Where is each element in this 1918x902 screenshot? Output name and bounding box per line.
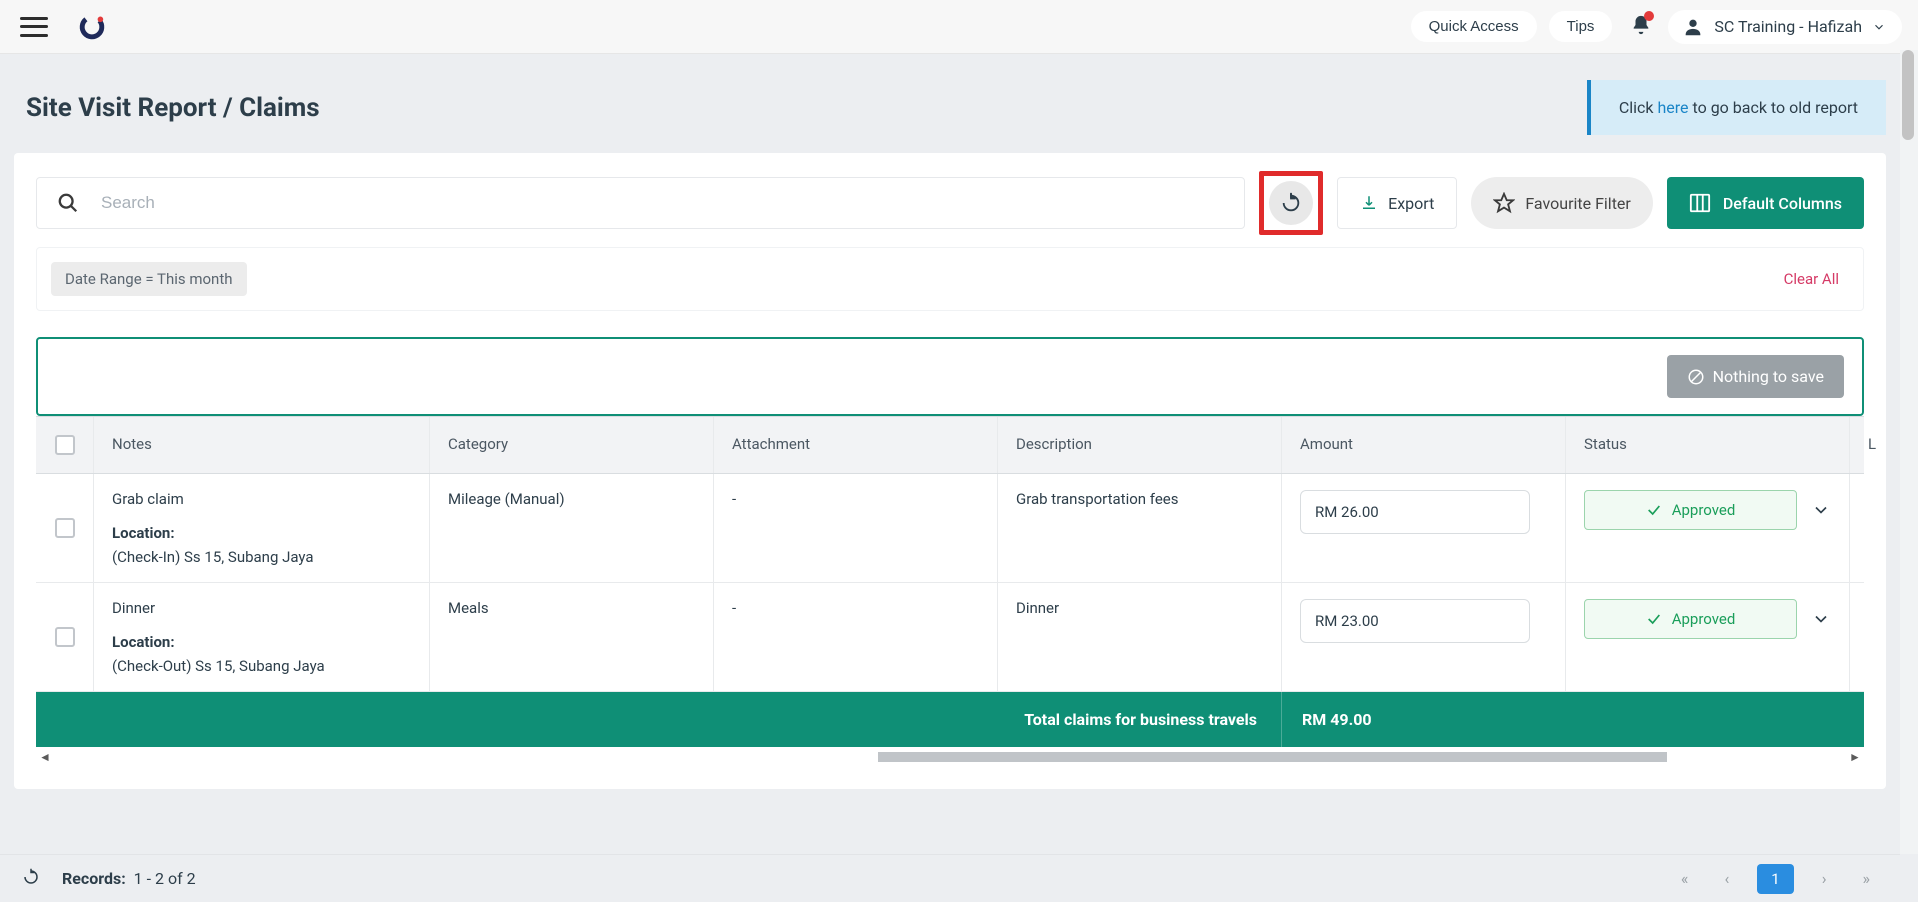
pagination: « ‹ 1 › » <box>1673 864 1878 894</box>
search-input[interactable] <box>101 193 1228 213</box>
old-report-link[interactable]: here <box>1657 98 1688 117</box>
page-title: Site Visit Report / Claims <box>26 93 320 123</box>
amount-input[interactable]: RM 26.00 <box>1300 490 1530 534</box>
table-header-row: Notes Category Attachment Description Am… <box>36 417 1864 474</box>
cell-attachment: - <box>714 583 998 691</box>
records-count: Records: 1 - 2 of 2 <box>62 869 196 888</box>
scroll-right-icon[interactable]: ► <box>1846 750 1864 764</box>
user-name-label: SC Training - Hafizah <box>1714 17 1862 36</box>
refresh-highlight-box <box>1259 171 1323 235</box>
check-icon <box>1646 611 1662 627</box>
chevron-down-icon[interactable] <box>1811 609 1831 629</box>
col-header-last[interactable]: L <box>1850 417 1886 473</box>
col-header-description[interactable]: Description <box>998 417 1282 473</box>
old-report-banner: Click here to go back to old report <box>1587 80 1886 135</box>
cell-description: Dinner <box>998 583 1282 691</box>
col-header-status[interactable]: Status <box>1566 417 1850 473</box>
clear-all-filters[interactable]: Clear All <box>1784 270 1839 288</box>
quick-access-button[interactable]: Quick Access <box>1411 11 1537 42</box>
cell-overflow <box>1850 583 1886 691</box>
notes-location-label: Location: <box>112 633 411 651</box>
ban-icon <box>1687 368 1705 386</box>
amount-input[interactable]: RM 23.00 <box>1300 599 1530 643</box>
chevron-down-icon[interactable] <box>1811 500 1831 520</box>
cell-overflow <box>1850 474 1886 582</box>
horizontal-scrollbar[interactable]: ◄ ► <box>36 747 1864 767</box>
user-menu[interactable]: SC Training - Hafizah <box>1668 10 1902 44</box>
col-header-amount[interactable]: Amount <box>1282 417 1566 473</box>
hamburger-menu-icon[interactable] <box>20 15 48 39</box>
row-checkbox[interactable] <box>55 627 75 647</box>
check-icon <box>1646 502 1662 518</box>
notes-location-text: (Check-Out) Ss 15, Subang Jaya <box>112 657 411 675</box>
cell-attachment: - <box>714 474 998 582</box>
col-header-notes[interactable]: Notes <box>94 417 430 473</box>
default-columns-button[interactable]: Default Columns <box>1667 177 1864 229</box>
top-bar: Quick Access Tips SC Training - Hafizah <box>0 0 1918 54</box>
notes-title: Dinner <box>112 599 411 617</box>
table-row: Grab claim Location: (Check-In) Ss 15, S… <box>36 474 1864 583</box>
nothing-to-save-button: Nothing to save <box>1667 355 1844 398</box>
star-icon <box>1493 192 1515 214</box>
col-header-category[interactable]: Category <box>430 417 714 473</box>
filter-chip-date-range[interactable]: Date Range = This month <box>51 262 247 296</box>
status-badge[interactable]: Approved <box>1584 599 1797 639</box>
notes-location-text: (Check-In) Ss 15, Subang Jaya <box>112 548 411 566</box>
footer-refresh-icon[interactable] <box>22 868 40 890</box>
refresh-icon <box>1280 192 1302 214</box>
total-amount: RM 49.00 <box>1282 692 1864 747</box>
chevron-down-icon <box>1872 20 1886 34</box>
total-label: Total claims for business travels <box>36 692 1282 747</box>
cell-category: Mileage (Manual) <box>430 474 714 582</box>
scroll-thumb[interactable] <box>878 752 1666 762</box>
search-field-wrap[interactable] <box>36 177 1245 229</box>
page-next-button[interactable]: › <box>1814 865 1835 892</box>
page-prev-button[interactable]: ‹ <box>1716 865 1737 892</box>
notes-title: Grab claim <box>112 490 411 508</box>
tips-button[interactable]: Tips <box>1549 11 1613 42</box>
page-first-button[interactable]: « <box>1673 865 1697 892</box>
page-last-button[interactable]: » <box>1855 865 1879 892</box>
footer-bar: Records: 1 - 2 of 2 « ‹ 1 › » <box>0 854 1900 902</box>
notes-location-label: Location: <box>112 524 411 542</box>
app-logo[interactable] <box>78 12 106 42</box>
select-all-checkbox[interactable] <box>55 435 75 455</box>
col-header-attachment[interactable]: Attachment <box>714 417 998 473</box>
total-row: Total claims for business travels RM 49.… <box>36 692 1864 747</box>
refresh-button[interactable] <box>1269 181 1313 225</box>
columns-icon <box>1689 192 1711 214</box>
claims-table: Notes Category Attachment Description Am… <box>36 416 1864 747</box>
table-row: Dinner Location: (Check-Out) Ss 15, Suba… <box>36 583 1864 692</box>
favourite-filter-button[interactable]: Favourite Filter <box>1471 177 1653 229</box>
cell-category: Meals <box>430 583 714 691</box>
save-banner: Nothing to save <box>36 337 1864 416</box>
status-badge[interactable]: Approved <box>1584 490 1797 530</box>
search-icon <box>57 192 79 214</box>
vertical-scrollbar[interactable] <box>1900 50 1918 854</box>
export-button[interactable]: Export <box>1337 177 1457 229</box>
notifications-bell-icon[interactable] <box>1630 14 1652 40</box>
cell-description: Grab transportation fees <box>998 474 1282 582</box>
page-current[interactable]: 1 <box>1757 864 1793 894</box>
row-checkbox[interactable] <box>55 518 75 538</box>
download-icon <box>1360 194 1378 212</box>
scroll-left-icon[interactable]: ◄ <box>36 750 54 764</box>
